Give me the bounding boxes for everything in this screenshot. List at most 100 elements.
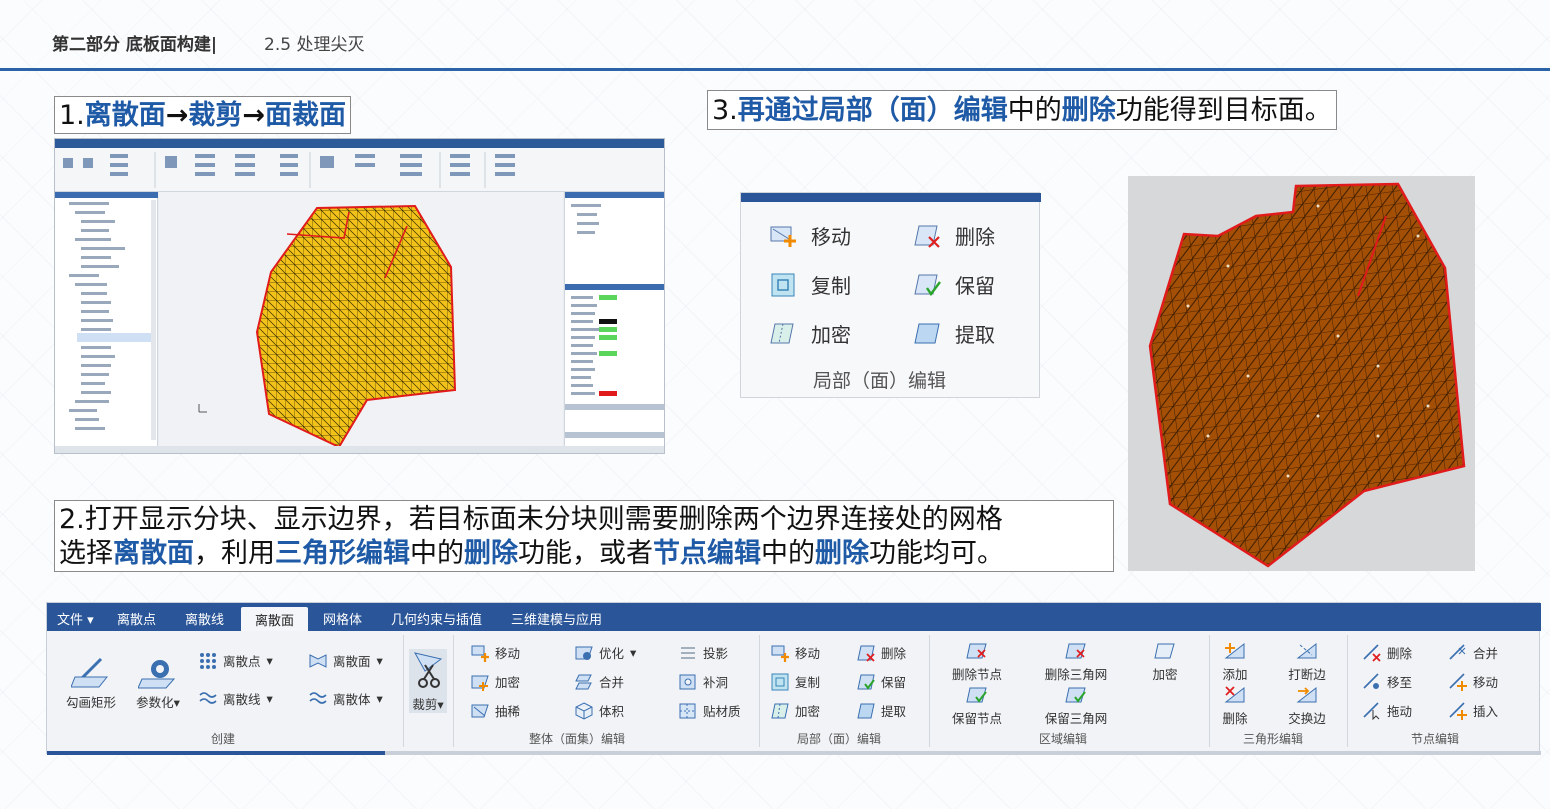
local-copy-tb-button[interactable]: 复制 <box>771 672 820 691</box>
keep-icon <box>913 272 943 298</box>
node-drag-button[interactable]: 拖动 <box>1363 701 1412 720</box>
discrete-lines-button[interactable]: 离散线 ▾ <box>199 689 273 708</box>
brown-mesh <box>1148 182 1466 568</box>
result-mesh-view <box>1128 176 1475 571</box>
tab-mesh-volume[interactable]: 网格体 <box>323 609 362 628</box>
window-ribbon <box>55 148 664 192</box>
keep-nodes-button[interactable]: 保留节点 <box>945 685 1009 727</box>
triangle-delete-label: 删除 <box>1222 711 1248 726</box>
step3-caption: 3.再通过局部（面）编辑中的删除功能得到目标面。 <box>707 90 1337 130</box>
tab-discrete-points[interactable]: 离散点 <box>117 609 156 628</box>
keep-tin-button[interactable]: 保留三角网 <box>1037 685 1115 727</box>
region-densify-button[interactable]: 加密 <box>1145 641 1185 683</box>
tab-discrete-lines[interactable]: 离散线 <box>185 609 224 628</box>
window-statusbar <box>55 446 664 453</box>
local-move-label: 移动 <box>811 225 851 249</box>
group-create-label: 创建 <box>211 732 236 746</box>
node-move-button[interactable]: 移动 <box>1449 672 1498 691</box>
step1-discrete-surface: 离散面 <box>84 100 166 131</box>
discrete-points-button[interactable]: 离散点 ▾ <box>199 651 273 670</box>
step1-cut: 裁剪 <box>188 100 243 131</box>
group-node-edit-label: 节点编辑 <box>1411 732 1460 746</box>
texture-button[interactable]: 贴材质 <box>679 701 741 720</box>
step2-caption: 2.打开显示分块、显示边界，若目标面未分块则需要删除两个边界连接处的网格 选择离… <box>54 500 1114 572</box>
scissors-icon <box>414 652 443 688</box>
volume-button[interactable]: 体积 <box>575 701 624 720</box>
delete-tin-button[interactable]: 删除三角网 <box>1037 641 1115 683</box>
merge-icon <box>575 673 593 691</box>
step2-line1: 2.打开显示分块、显示边界，若目标面未分块则需要删除两个边界连接处的网格 <box>59 504 1003 535</box>
whole-thin-button[interactable]: 抽稀 <box>471 701 520 720</box>
local-densify-button[interactable]: 加密 <box>769 319 851 348</box>
keep-nodes-label: 保留节点 <box>951 711 1002 726</box>
separator <box>403 635 404 747</box>
copy-icon <box>771 673 789 691</box>
layer-tree-panel[interactable] <box>55 192 158 446</box>
parameterize-button[interactable]: 参数化▾ <box>129 655 187 711</box>
node-delete-button[interactable]: 删除 <box>1363 643 1412 662</box>
draw-rectangle-button[interactable]: 勾画矩形 <box>61 655 121 711</box>
ribbon-tab-bar: 文件 ▾ 离散点 离散线 离散面 网格体 几何约束与插值 三维建模与应用 <box>47 603 1541 631</box>
tab-file[interactable]: 文件 ▾ <box>57 609 94 628</box>
node-insert-button[interactable]: 插入 <box>1449 701 1498 720</box>
triangle-add-button[interactable]: 添加 <box>1215 641 1255 683</box>
tab-3d-modeling[interactable]: 三维建模与应用 <box>511 609 602 628</box>
tab-geometry-constraint[interactable]: 几何约束与插值 <box>391 609 482 628</box>
whole-move-button[interactable]: 移动 <box>471 643 520 662</box>
step2-of-1: 中的 <box>410 538 464 569</box>
fill-hole-button[interactable]: 补洞 <box>679 672 728 691</box>
local-densify-tb-button[interactable]: 加密 <box>771 701 820 720</box>
properties-panel[interactable] <box>564 192 664 446</box>
step1-arrow-1: → <box>165 100 189 131</box>
group-region-edit-label: 区域编辑 <box>1039 732 1088 746</box>
software-screenshot <box>54 138 665 454</box>
move-icon <box>471 644 489 662</box>
local-extract-button[interactable]: 提取 <box>913 319 995 348</box>
local-copy-label: 复制 <box>811 274 851 298</box>
keep-tin-icon <box>1065 687 1086 703</box>
texture-icon <box>679 702 697 720</box>
step3-result: 功能得到目标面。 <box>1115 95 1332 126</box>
project-button[interactable]: 投影 <box>679 643 728 662</box>
local-move-tb-button[interactable]: 移动 <box>771 643 820 662</box>
3d-viewport[interactable] <box>159 192 563 449</box>
surface-icon <box>309 652 327 670</box>
cube-icon <box>575 701 593 720</box>
swap-edge-button[interactable]: 交换边 <box>1281 685 1333 727</box>
step3-delete: 删除 <box>1061 95 1116 126</box>
discrete-volume-button[interactable]: 离散体 ▾ <box>309 689 383 708</box>
local-delete-button[interactable]: 删除 <box>913 221 995 250</box>
triangle-delete-button[interactable]: 删除 <box>1215 685 1255 727</box>
swap-edge-label: 交换边 <box>1288 711 1326 726</box>
header-divider <box>0 68 1550 71</box>
local-densify-label: 加密 <box>811 323 851 347</box>
keep-icon <box>857 673 875 691</box>
local-delete-tb-button[interactable]: 删除 <box>857 643 906 662</box>
extract-icon <box>913 321 943 347</box>
local-edit-topbar <box>741 193 1041 202</box>
break-edge-button[interactable]: 打断边 <box>1281 641 1333 683</box>
node-move-icon <box>1449 672 1467 691</box>
fill-hole-icon <box>679 673 697 691</box>
optimize-button[interactable]: 优化 ▾ <box>575 643 636 662</box>
node-move-to-button[interactable]: 移至 <box>1363 672 1412 691</box>
node-merge-button[interactable]: 合并 <box>1449 643 1498 662</box>
discrete-surface-button[interactable]: 离散面 ▾ <box>309 651 383 670</box>
node-insert-icon <box>1449 701 1467 720</box>
local-move-button[interactable]: 移动 <box>769 221 851 250</box>
tab-discrete-surface[interactable]: 离散面 <box>241 607 309 631</box>
volume-waves-icon <box>309 690 327 708</box>
break-edge-label: 打断边 <box>1288 667 1326 682</box>
parameterize-label: 参数化▾ <box>136 695 180 710</box>
delete-nodes-button[interactable]: 删除节点 <box>945 641 1009 683</box>
whole-densify-button[interactable]: 加密 <box>471 672 520 691</box>
ribbon-bottom-track <box>385 751 1541 755</box>
local-copy-button[interactable]: 复制 <box>769 270 851 299</box>
local-keep-button[interactable]: 保留 <box>913 270 995 299</box>
cut-button[interactable]: 裁剪▾ <box>409 649 447 713</box>
merge-button[interactable]: 合并 <box>575 672 624 691</box>
keep-tin-label: 保留三角网 <box>1044 711 1108 726</box>
local-keep-tb-button[interactable]: 保留 <box>857 672 906 691</box>
local-extract-tb-button[interactable]: 提取 <box>857 701 906 720</box>
step2-triangle-edit: 三角形编辑 <box>275 538 410 569</box>
